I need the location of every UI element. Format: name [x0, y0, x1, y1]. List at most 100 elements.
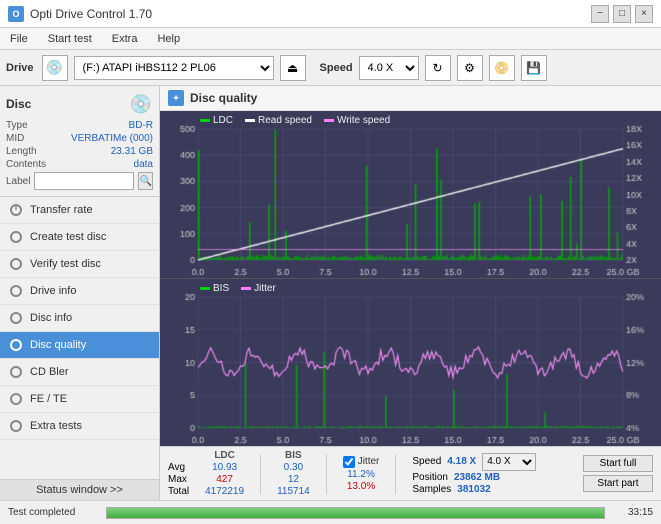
sidebar-item-verify-test-disc[interactable]: Verify test disc — [0, 251, 159, 278]
disc-mid-row: MID VERBATIMe (000) — [6, 133, 153, 144]
app-title: Opti Drive Control 1.70 — [30, 7, 152, 21]
disc-quality-panel-icon: ✦ — [168, 90, 184, 106]
status-window-label: Status window >> — [36, 484, 123, 496]
disc-image-icon: 💿 — [129, 92, 153, 116]
stats-ldc-max: 427 — [205, 474, 244, 485]
sidebar-item-transfer-rate[interactable]: Transfer rate — [0, 197, 159, 224]
stats-divider-3 — [395, 454, 396, 494]
legend-write-speed: Write speed — [324, 115, 390, 126]
disc-quality-icon — [8, 337, 24, 353]
settings-button[interactable]: ⚙ — [457, 55, 483, 81]
disc-type-label: Type — [6, 120, 28, 131]
disc-quality-title: Disc quality — [190, 91, 257, 105]
sidebar-nav: Transfer rate Create test disc Verify te… — [0, 197, 159, 479]
drive-icon-button[interactable]: 💿 — [42, 55, 68, 81]
disc-type-row: Type BD-R — [6, 120, 153, 131]
stats-divider-1 — [260, 454, 261, 494]
menu-extra[interactable]: Extra — [108, 32, 142, 46]
disc-label-row: Label 🔍 — [6, 172, 153, 190]
sidebar-item-create-test-disc[interactable]: Create test disc — [0, 224, 159, 251]
top-chart-canvas — [160, 111, 661, 278]
disc-contents-value: data — [134, 159, 153, 170]
stats-row-header: — — [168, 450, 189, 461]
disc-contents-label: Contents — [6, 159, 46, 170]
app-icon: O — [8, 6, 24, 22]
menu-file[interactable]: File — [6, 32, 32, 46]
speed-info-label: Speed — [412, 456, 441, 467]
disc-label-input[interactable] — [34, 172, 134, 190]
menu-start-test[interactable]: Start test — [44, 32, 96, 46]
sidebar-item-label-drive-info: Drive info — [30, 285, 76, 297]
stats-ldc-total: 4172219 — [205, 486, 244, 497]
speed-info-value: 4.18 X — [447, 456, 476, 467]
stats-jitter-avg: 11.2% — [343, 469, 380, 480]
sidebar-item-extra-tests[interactable]: Extra tests — [0, 413, 159, 440]
jitter-legend-label: Jitter — [254, 283, 276, 294]
chart-bottom: BIS Jitter — [160, 279, 661, 446]
legend-bis: BIS — [200, 283, 229, 294]
speed-select[interactable]: 4.0 X — [359, 56, 419, 80]
sidebar-item-disc-info[interactable]: Disc info — [0, 305, 159, 332]
sidebar-item-label-extra-tests: Extra tests — [30, 420, 82, 432]
read-speed-legend-color — [245, 119, 255, 122]
sidebar-item-drive-info[interactable]: Drive info — [0, 278, 159, 305]
sidebar-item-label-transfer-rate: Transfer rate — [30, 204, 93, 216]
stats-bis-max: 12 — [277, 474, 310, 485]
sidebar-item-cd-bler[interactable]: CD Bler — [0, 359, 159, 386]
position-label: Position — [412, 472, 448, 483]
disc-section-header: Disc 💿 — [6, 92, 153, 116]
stats-labels-col: — Avg Max Total — [168, 450, 189, 497]
disc-length-label: Length — [6, 146, 37, 157]
create-test-disc-icon — [8, 229, 24, 245]
close-button[interactable]: × — [635, 5, 653, 23]
stats-ldc-avg: 10.93 — [205, 462, 244, 473]
disc-type-value: BD-R — [129, 120, 153, 131]
disc-contents-row: Contents data — [6, 159, 153, 170]
title-bar-controls: − □ × — [591, 5, 653, 23]
stats-ldc-col: LDC 10.93 427 4172219 — [205, 450, 244, 497]
save-button[interactable]: 💾 — [521, 55, 547, 81]
content-area: ✦ Disc quality LDC Read speed — [160, 86, 661, 500]
stats-total-label: Total — [168, 486, 189, 497]
jitter-checkbox-label: Jitter — [358, 456, 380, 467]
stats-bis-header: BIS — [277, 450, 310, 461]
samples-value: 381032 — [457, 484, 490, 495]
start-full-button[interactable]: Start full — [583, 455, 653, 472]
disc-label-icon-button[interactable]: 🔍 — [138, 172, 153, 190]
title-bar: O Opti Drive Control 1.70 − □ × — [0, 0, 661, 28]
disc-button[interactable]: 📀 — [489, 55, 515, 81]
eject-button[interactable]: ⏏ — [280, 55, 306, 81]
speed-info-col: Speed 4.18 X 4.0 X Position 23862 MB Sam… — [412, 453, 536, 495]
write-speed-legend-label: Write speed — [337, 115, 390, 126]
speed-label: Speed — [320, 62, 353, 74]
jitter-legend-color — [241, 287, 251, 290]
verify-test-disc-icon — [8, 256, 24, 272]
legend-read-speed: Read speed — [245, 115, 312, 126]
sidebar-item-fe-te[interactable]: FE / TE — [0, 386, 159, 413]
jitter-checkbox[interactable] — [343, 456, 355, 468]
samples-label: Samples — [412, 484, 451, 495]
position-value: 23862 MB — [454, 472, 500, 483]
menu-help[interactable]: Help — [153, 32, 184, 46]
stats-bis-avg: 0.30 — [277, 462, 310, 473]
stats-bar: — Avg Max Total LDC 10.93 427 4172219 BI… — [160, 446, 661, 500]
refresh-button[interactable]: ↻ — [425, 55, 451, 81]
speed-info-select[interactable]: 4.0 X — [482, 453, 536, 471]
charts-area: LDC Read speed Write speed — [160, 111, 661, 446]
menu-bar: File Start test Extra Help — [0, 28, 661, 50]
start-part-button[interactable]: Start part — [583, 475, 653, 492]
stats-divider-2 — [326, 454, 327, 494]
sidebar-item-label-fe-te: FE / TE — [30, 393, 67, 405]
stats-avg-label: Avg — [168, 462, 189, 473]
drive-info-icon — [8, 283, 24, 299]
minimize-button[interactable]: − — [591, 5, 609, 23]
status-window-button[interactable]: Status window >> — [0, 479, 159, 500]
maximize-button[interactable]: □ — [613, 5, 631, 23]
bottom-chart-canvas — [160, 279, 661, 446]
legend-ldc: LDC — [200, 115, 233, 126]
bis-legend-label: BIS — [213, 283, 229, 294]
action-buttons: Start full Start part — [583, 455, 653, 492]
sidebar-item-disc-quality[interactable]: Disc quality — [0, 332, 159, 359]
title-bar-left: O Opti Drive Control 1.70 — [8, 6, 152, 22]
drive-select[interactable]: (F:) ATAPI iHBS112 2 PL06 — [74, 56, 274, 80]
